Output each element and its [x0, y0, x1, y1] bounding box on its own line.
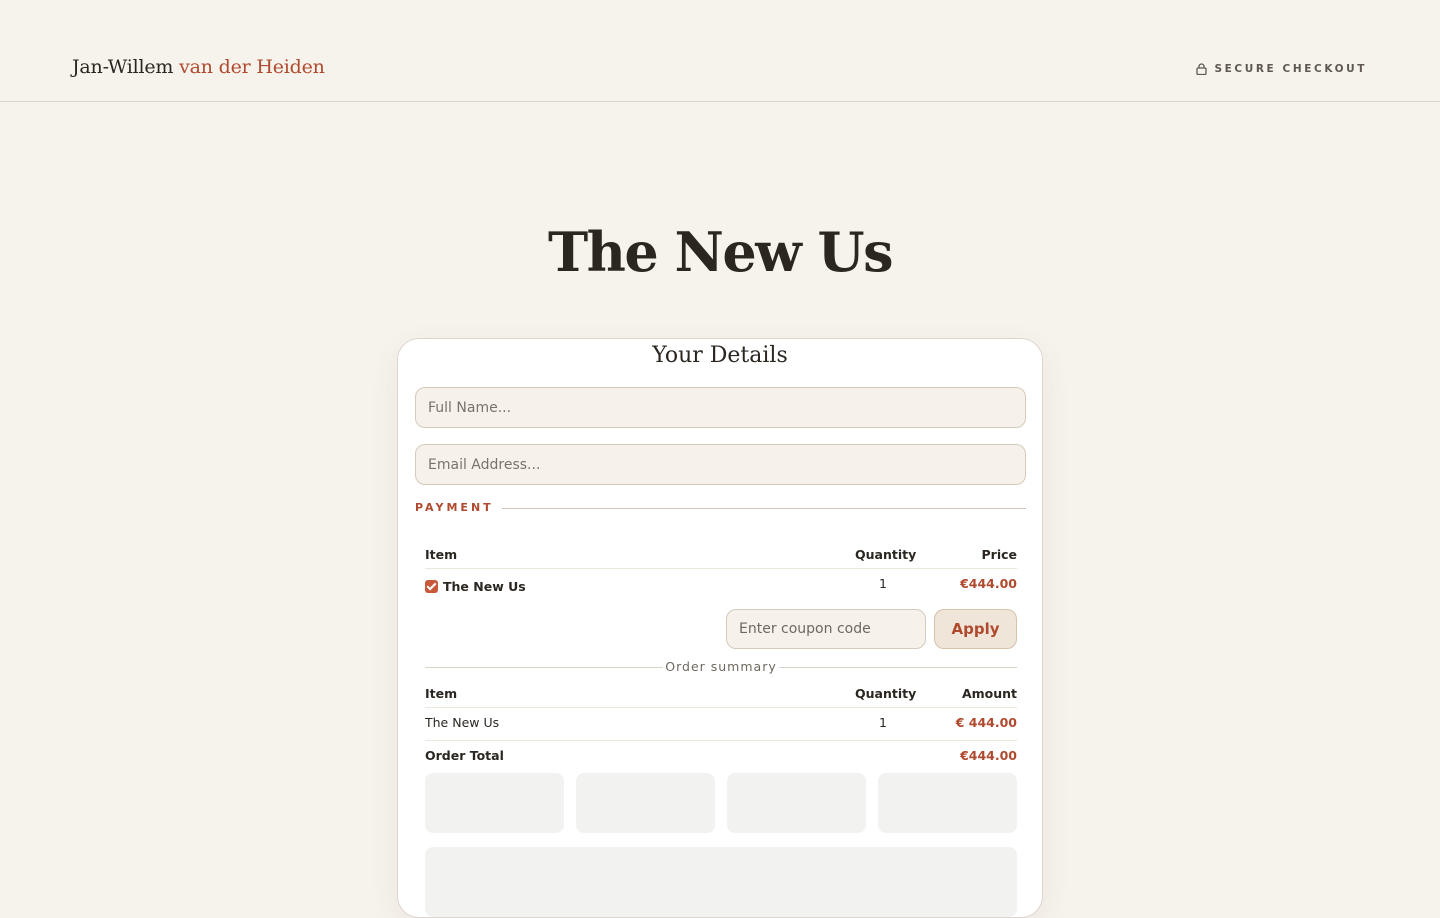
checkout-card: Your Details PAYMENT Item Quantity Price… [397, 338, 1043, 918]
secure-checkout-label: SECURE CHECKOUT [1214, 63, 1367, 75]
payment-item-price: €444.00 [960, 576, 1017, 591]
payment-col-item: Item [425, 547, 458, 562]
payment-method-placeholder-2 [576, 773, 715, 833]
payment-method-placeholder-4 [878, 773, 1017, 833]
summary-line-right [779, 667, 1017, 668]
email-input[interactable] [415, 444, 1026, 485]
payment-divider [502, 508, 1026, 509]
payment-item-quantity: 1 [879, 576, 887, 591]
summary-item-amount: € 444.00 [955, 715, 1017, 730]
payment-col-quantity: Quantity [855, 547, 917, 562]
payment-header-line [425, 568, 1017, 569]
payment-section-label: PAYMENT [415, 501, 494, 514]
secure-checkout-badge: SECURE CHECKOUT [1196, 63, 1367, 75]
brand-last-name: van der Heiden [179, 56, 325, 78]
payment-method-placeholder-1 [425, 773, 564, 833]
site-header: Jan-Willem van der Heiden SECURE CHECKOU… [0, 0, 1440, 102]
order-total-label: Order Total [425, 748, 504, 763]
brand-logo[interactable]: Jan-Willem van der Heiden [72, 56, 325, 78]
lock-icon [1196, 63, 1208, 75]
order-summary-divider: Order summary [425, 659, 1017, 675]
coupon-input[interactable] [726, 609, 926, 649]
summary-col-item: Item [425, 686, 458, 701]
brand-first-name: Jan-Willem [72, 56, 180, 78]
summary-row-line [425, 740, 1017, 741]
order-total-value: €444.00 [960, 748, 1017, 763]
page-title: The New Us [547, 220, 894, 284]
payment-method-placeholder-3 [727, 773, 866, 833]
summary-col-amount: Amount [961, 686, 1017, 701]
payment-item-cell: The New Us [425, 579, 526, 594]
summary-item-name: The New Us [425, 715, 500, 730]
payment-form-placeholder [425, 847, 1017, 917]
full-name-input[interactable] [415, 387, 1026, 428]
summary-header-line [425, 707, 1017, 708]
item-checkbox[interactable] [425, 580, 438, 593]
payment-item-name: The New Us [443, 579, 526, 594]
payment-col-price: Price [981, 547, 1018, 562]
summary-col-quantity: Quantity [855, 686, 917, 701]
details-title: Your Details [652, 343, 788, 368]
apply-coupon-button[interactable]: Apply [934, 609, 1017, 649]
summary-item-quantity: 1 [879, 715, 887, 730]
